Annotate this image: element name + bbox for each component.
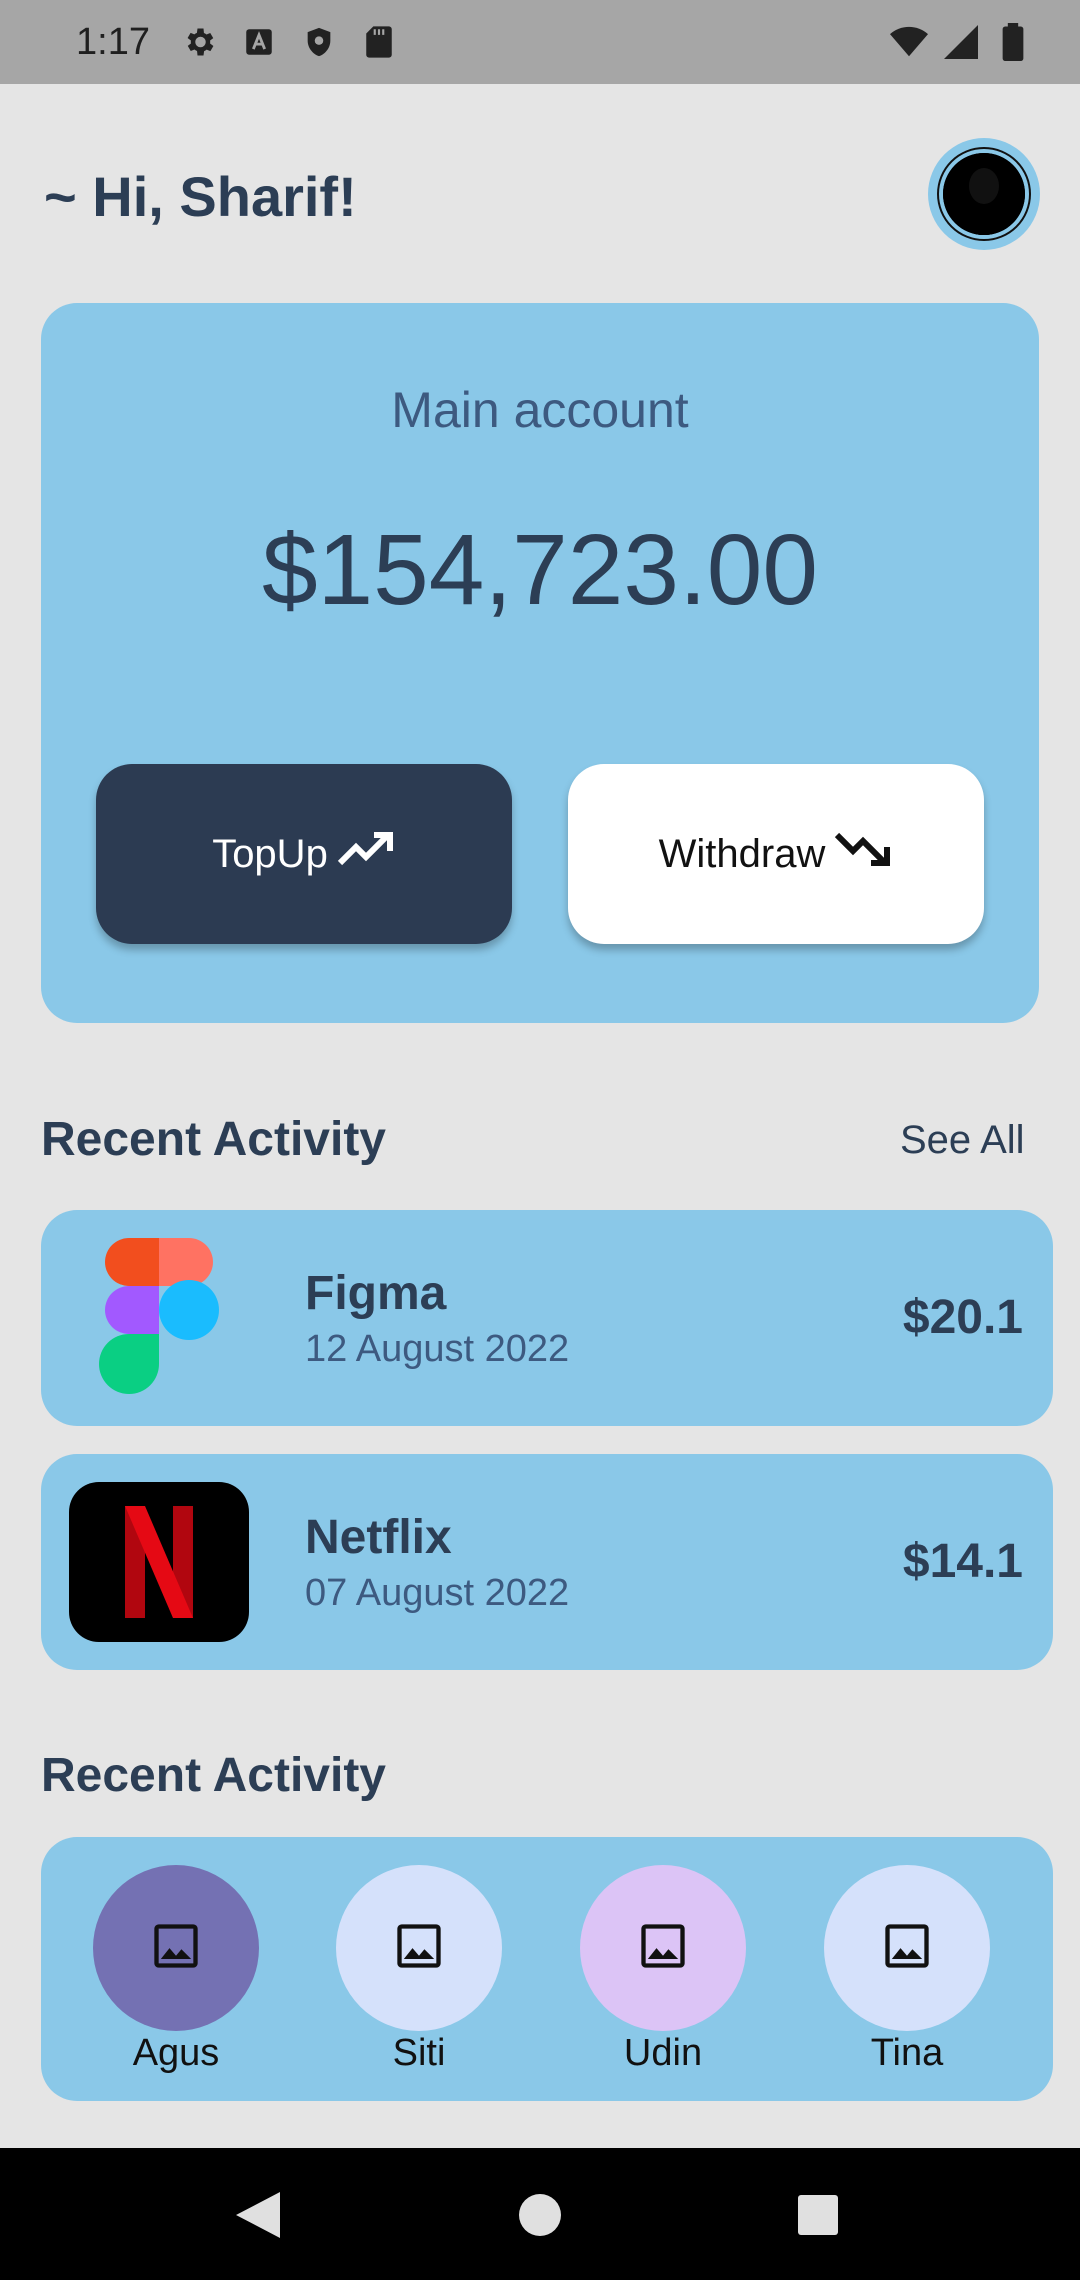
battery-icon [994,23,1032,61]
activity-item-netflix[interactable]: Netflix 07 August 2022 $14.1 [41,1454,1053,1670]
topup-button[interactable]: TopUp [96,764,512,944]
image-placeholder-icon [637,1920,689,1977]
image-placeholder-icon [393,1920,445,1977]
topup-label: TopUp [212,831,328,876]
withdraw-label: Withdraw [658,831,826,876]
image-placeholder-icon [150,1920,202,1977]
contact-siti[interactable]: Siti [336,1865,502,2075]
contacts-section-title: Recent Activity [41,1749,386,1802]
activity-item-figma[interactable]: Figma 12 August 2022 $20.1 [41,1210,1053,1426]
recents-icon[interactable] [798,2195,838,2240]
contact-agus[interactable]: Agus [93,1865,259,2075]
user-avatar-icon [939,149,1029,239]
trending-down-icon [833,829,893,879]
recent-activity-title: Recent Activity [41,1113,386,1166]
contact-avatar [580,1865,746,2031]
image-placeholder-icon [881,1920,933,1977]
see-all-link[interactable]: See All [900,1118,1025,1163]
netflix-logo-icon [69,1482,249,1642]
contact-udin[interactable]: Udin [580,1865,746,2075]
contact-tina[interactable]: Tina [824,1865,990,2075]
contact-name: Udin [623,2032,703,2074]
activity-name: Figma [305,1267,447,1320]
status-icons-right [890,23,1032,61]
contact-name: Agus [132,2032,220,2074]
account-label: Main account [391,382,689,438]
activity-amount: $20.1 [902,1291,1023,1344]
contact-avatar [93,1865,259,2031]
wifi-icon [890,23,928,61]
signal-icon [942,23,980,61]
app-screen: ~ Hi, Sharif! Main account $154,723.00 T… [0,84,1080,2148]
contact-name: Siti [392,2032,446,2074]
contact-avatar [336,1865,502,2031]
trending-up-icon [336,829,396,879]
activity-date: 07 August 2022 [305,1572,570,1614]
contact-avatar [824,1865,990,2031]
withdraw-button[interactable]: Withdraw [568,764,984,944]
contacts-card: Agus Siti Udin Tina [41,1837,1053,2101]
status-bar: 1:17 [0,0,1080,84]
contact-name: Tina [870,2032,944,2074]
sd-card-icon [360,23,398,61]
activity-name: Netflix [305,1511,452,1564]
main-account-card: Main account $154,723.00 TopUp Withdraw [41,303,1039,1023]
account-balance: $154,723.00 [261,514,819,626]
status-icons-left [180,23,398,61]
home-icon[interactable] [519,2194,561,2241]
system-nav-bar [0,2148,1080,2280]
activity-date: 12 August 2022 [305,1328,570,1370]
text-a-icon [240,23,278,61]
activity-amount: $14.1 [902,1535,1023,1588]
greeting-text: ~ Hi, Sharif! [44,165,357,228]
back-icon[interactable] [236,2192,280,2243]
status-time: 1:17 [76,20,150,63]
profile-avatar-button[interactable] [928,138,1040,250]
shield-icon [300,23,338,61]
gear-icon [180,23,218,61]
figma-logo-icon [69,1238,249,1398]
